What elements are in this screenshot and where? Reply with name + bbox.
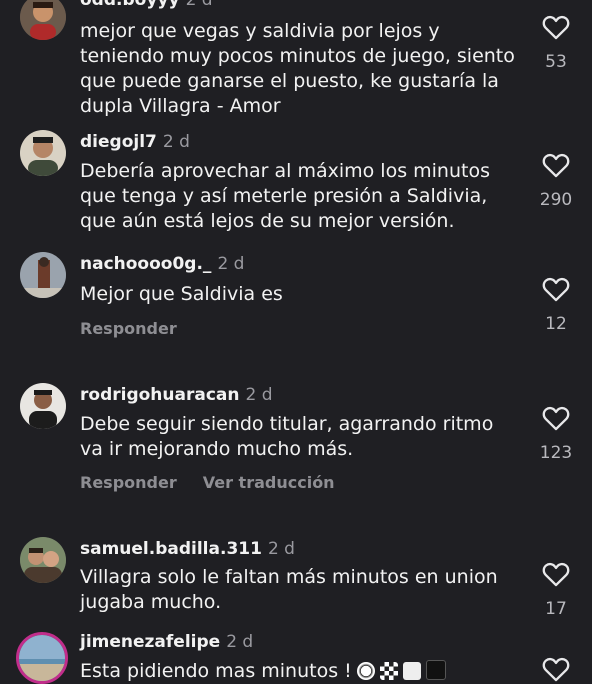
username[interactable]: jimenezafelipe [80, 632, 220, 652]
soccer-ball-icon [356, 662, 375, 680]
timestamp: 2 d [267, 539, 295, 559]
heart-icon[interactable] [542, 405, 570, 431]
comment-meta: nachoooo0g._ 2 d [80, 254, 244, 274]
avatar[interactable] [20, 383, 66, 429]
comment-text: Mejor que Saldivia es [80, 283, 283, 305]
avatar[interactable] [20, 252, 66, 298]
white-flag-icon [402, 662, 421, 680]
heart-icon[interactable] [542, 152, 570, 178]
avatar[interactable] [16, 632, 68, 684]
reply-button[interactable]: Responder [80, 473, 177, 492]
translate-button[interactable]: Ver traducción [203, 473, 335, 492]
username[interactable]: rodrigohuaracan [80, 385, 239, 405]
like-group [536, 656, 576, 682]
comment-text-body: Esta pidiendo mas minutos ! [80, 660, 352, 682]
like-group: 17 [536, 561, 576, 619]
username[interactable]: odd.boyyy [80, 0, 180, 10]
avatar[interactable] [20, 537, 66, 583]
like-count: 12 [545, 314, 567, 334]
checkered-flag-icon [379, 662, 398, 680]
like-group: 12 [536, 276, 576, 334]
like-group: 290 [536, 152, 576, 210]
comment-meta: samuel.badilla.311 2 d [80, 539, 295, 559]
reply-button[interactable]: Responder [80, 319, 177, 338]
avatar[interactable] [20, 130, 66, 176]
heart-icon[interactable] [542, 276, 570, 302]
comment-actions: Responder [80, 319, 177, 338]
black-flag-icon [425, 660, 446, 680]
username[interactable]: diegojl7 [80, 132, 157, 152]
heart-icon[interactable] [542, 14, 570, 40]
comment-meta: rodrigohuaracan 2 d [80, 385, 273, 405]
comment-meta: diegojl7 2 d [80, 132, 190, 152]
username[interactable]: nachoooo0g._ [80, 254, 211, 274]
comment-actions: Responder Ver traducción [80, 473, 335, 492]
heart-icon[interactable] [542, 656, 570, 682]
timestamp: 2 d [162, 132, 190, 152]
comment-meta: odd.boyyy 2 d [80, 0, 213, 10]
like-count: 123 [539, 443, 573, 463]
comment-text: Villagra solo le faltan más minutos en u… [80, 566, 498, 613]
like-count: 290 [539, 190, 573, 210]
like-count: 17 [545, 599, 567, 619]
comment-text: Debería aprovechar al máximo los minutos… [80, 160, 490, 232]
timestamp: 2 d [185, 0, 213, 10]
like-count: 53 [545, 52, 567, 72]
comment-text: Esta pidiendo mas minutos ! [80, 659, 520, 684]
timestamp: 2 d [217, 254, 245, 274]
comment-text: mejor que vegas y saldivia por lejos y t… [80, 20, 515, 117]
timestamp: 2 d [245, 385, 273, 405]
avatar[interactable] [20, 0, 66, 40]
comment-text: Debe seguir siendo titular, agarrando ri… [80, 413, 494, 460]
comment-meta: jimenezafelipe 2 d [80, 632, 253, 652]
timestamp: 2 d [226, 632, 254, 652]
heart-icon[interactable] [542, 561, 570, 587]
like-group: 53 [536, 14, 576, 72]
like-group: 123 [536, 405, 576, 463]
username[interactable]: samuel.badilla.311 [80, 539, 262, 559]
